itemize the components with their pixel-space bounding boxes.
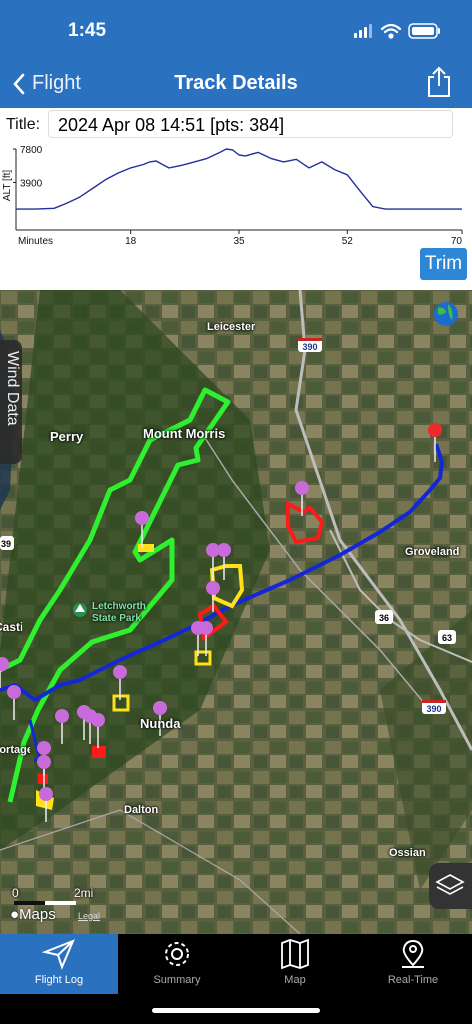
yellow-area-3 <box>138 544 154 552</box>
map-label-portageville: Portageville <box>0 744 30 756</box>
map-layers-button[interactable] <box>429 863 472 909</box>
apple-logo-icon: ● <box>10 906 20 923</box>
chart-x-tick-label: 35 <box>233 236 245 247</box>
location-pin-icon <box>402 939 424 968</box>
status-icons <box>354 22 444 45</box>
page-title: Track Details <box>174 72 298 94</box>
map-label-perry: Perry <box>50 429 84 444</box>
gear-icon <box>165 942 189 966</box>
route-shield-label: 36 <box>379 613 389 623</box>
red-area-3 <box>92 746 106 758</box>
maps-attribution: ●Maps <box>10 906 56 923</box>
altitude-chart-panel: ALT [ft] 7800 3900 Minutes 18 35 52 70 <box>0 142 472 420</box>
route-shield-label: 63 <box>442 633 452 643</box>
trim-button[interactable]: Trim <box>420 248 467 280</box>
map-label-ossian: Ossian <box>389 847 426 859</box>
paper-plane-icon <box>41 939 75 970</box>
chart-y-tick-label: 7800 <box>20 145 43 156</box>
map-canvas: 390 36 63 390 39 <box>0 290 472 934</box>
wind-data-toggle[interactable]: Wind Data <box>0 340 22 464</box>
tab-real-time[interactable]: Real-Time <box>354 934 472 994</box>
layers-icon <box>435 874 465 895</box>
map-label-castile: Castile <box>0 620 22 634</box>
route-shield-label: 390 <box>426 704 441 714</box>
globe-icon <box>434 302 458 326</box>
wind-data-label: Wind Data <box>4 351 21 426</box>
chart-x-tick-label: 52 <box>342 236 354 247</box>
map-icon <box>281 938 309 970</box>
title-input[interactable]: 2024 Apr 08 14:51 [pts: 384] <box>48 110 453 138</box>
scale-distance-label: 2mi <box>74 886 94 900</box>
map-view[interactable]: 390 36 63 390 39 Leicester Mount Morris … <box>0 290 472 934</box>
map-label-state-park: State Park <box>92 613 141 624</box>
scale-zero-label: 0 <box>12 886 19 900</box>
legal-link[interactable]: Legal <box>78 911 100 921</box>
map-scale-bar <box>14 901 76 905</box>
share-icon <box>428 66 450 97</box>
tab-label: Summary <box>153 974 201 986</box>
tab-label: Map <box>284 974 306 986</box>
title-label: Title: <box>6 116 41 133</box>
battery-icon <box>408 23 440 39</box>
status-time: 1:45 <box>68 20 107 41</box>
tab-label: Real-Time <box>387 974 439 986</box>
chart-x-tick-label: 70 <box>451 236 463 247</box>
header-bar: 1:45 Flight Track Details <box>0 0 472 108</box>
map-label-groveland: Groveland <box>405 546 460 558</box>
cellular-signal-icon <box>354 24 372 38</box>
altitude-chart: 7800 3900 Minutes 18 35 52 70 <box>13 145 463 247</box>
route-shield-label: 39 <box>1 539 11 549</box>
map-label-leicester: Leicester <box>207 321 256 333</box>
chart-x-axis-label: Minutes <box>18 236 53 247</box>
tab-summary[interactable]: Summary <box>118 934 236 994</box>
share-button[interactable] <box>426 66 452 103</box>
map-label-mount-morris: Mount Morris <box>143 426 226 441</box>
wifi-icon <box>380 23 402 39</box>
tab-map[interactable]: Map <box>236 934 354 994</box>
map-label-letchworth: Letchworth <box>92 601 146 612</box>
tab-flight-log[interactable]: Flight Log <box>0 934 118 994</box>
chart-x-tick-label: 18 <box>125 236 137 247</box>
altitude-series-line <box>16 148 462 210</box>
chart-y-tick-label: 3900 <box>20 179 43 190</box>
tab-label: Flight Log <box>34 974 84 986</box>
home-indicator <box>152 1008 320 1013</box>
tab-bar: Flight Log Summary Map Real-Time <box>0 934 472 994</box>
map-label-dalton: Dalton <box>124 804 159 816</box>
map-label-nunda: Nunda <box>140 716 181 731</box>
route-shield-label: 390 <box>302 342 317 352</box>
title-row: Title: 2024 Apr 08 14:51 [pts: 384] <box>0 108 472 142</box>
